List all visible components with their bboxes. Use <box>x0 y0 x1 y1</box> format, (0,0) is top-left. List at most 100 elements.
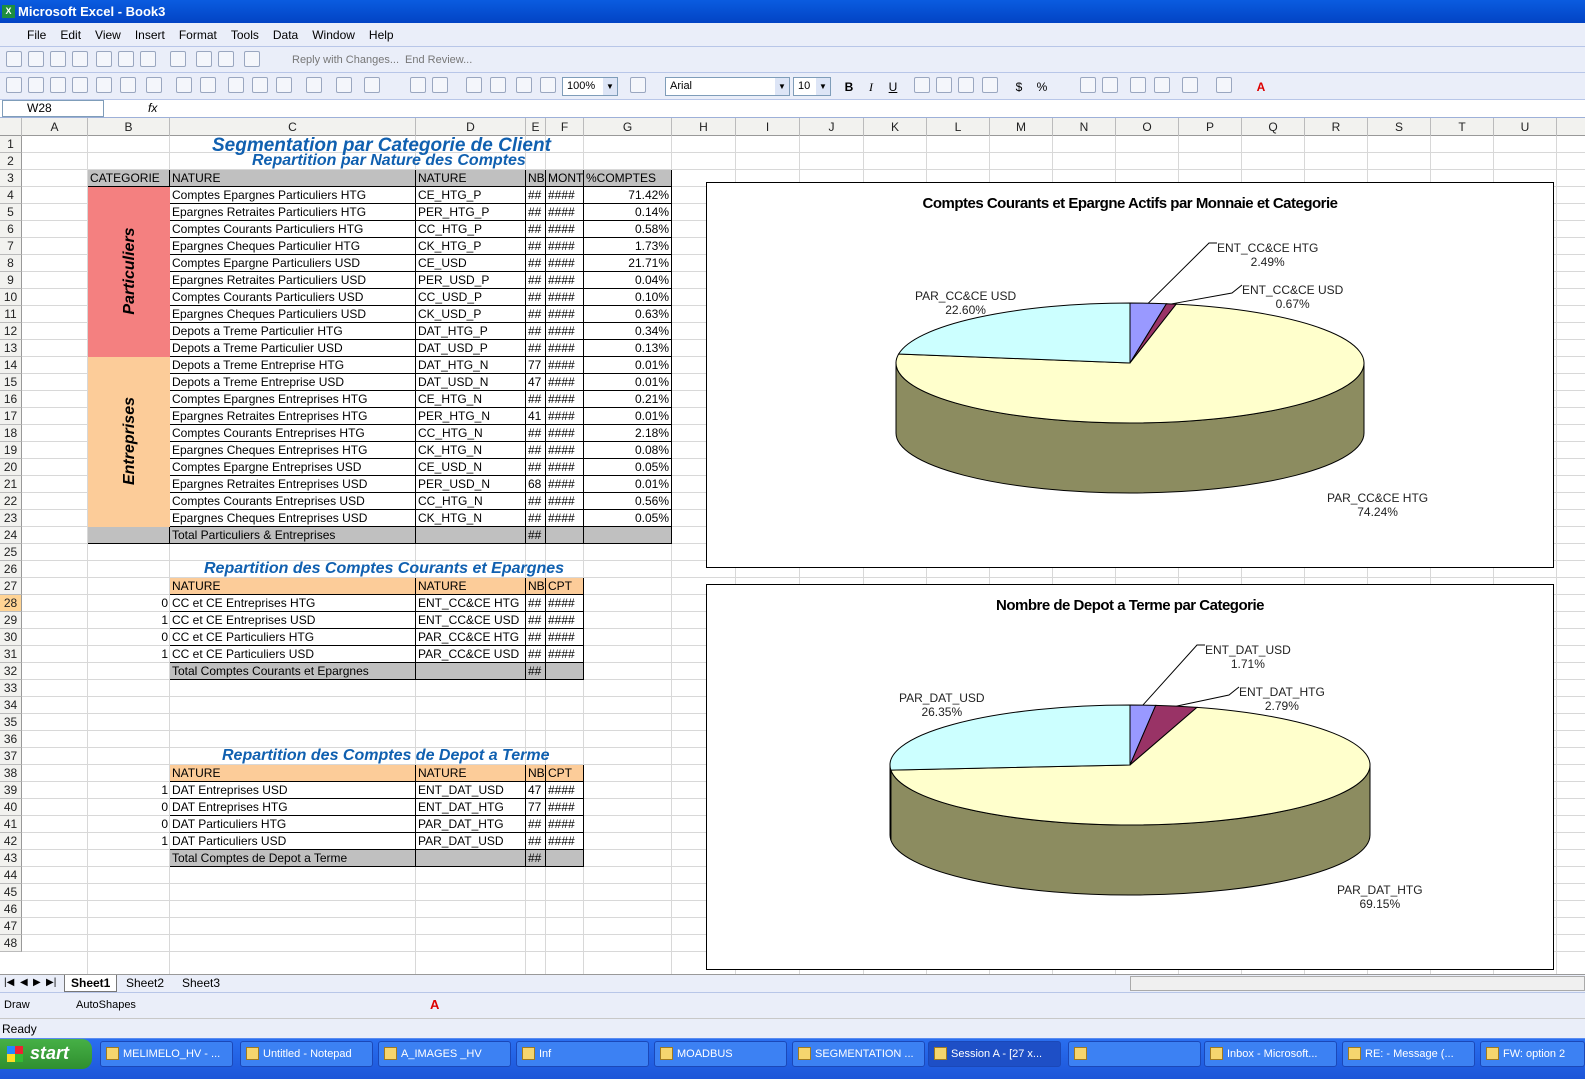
last-sheet-icon[interactable]: ▶| <box>46 977 56 988</box>
row-header-8[interactable]: 8 <box>0 255 22 272</box>
toolbar-icon[interactable] <box>96 51 112 67</box>
total-cell[interactable] <box>416 850 526 867</box>
toolbar-icon[interactable] <box>72 51 88 67</box>
table-header[interactable]: NB <box>526 170 546 187</box>
table-cell-nature[interactable]: Depots a Treme Entreprise HTG <box>170 357 416 374</box>
table-cell-code[interactable]: CK_HTG_N <box>416 510 526 527</box>
table-header[interactable]: NB <box>526 765 546 782</box>
table-cell-cpt[interactable]: #### <box>546 629 584 646</box>
row-header-21[interactable]: 21 <box>0 476 22 493</box>
menu-file[interactable]: File <box>20 23 53 47</box>
menu-window[interactable]: Window <box>305 23 362 47</box>
toolbar-icon[interactable] <box>120 77 136 93</box>
taskbar-item[interactable]: A_IMAGES _HV <box>378 1041 511 1067</box>
table-cell-nb[interactable]: ## <box>526 272 546 289</box>
table-cell-code[interactable]: ENT_DAT_HTG <box>416 799 526 816</box>
row-header-1[interactable]: 1 <box>0 136 22 153</box>
table-cell-pct[interactable]: 0.05% <box>584 459 672 476</box>
row-header-41[interactable]: 41 <box>0 816 22 833</box>
sheet-tab-1[interactable]: Sheet1 <box>64 975 118 992</box>
table-cell-code[interactable]: CK_HTG_N <box>416 442 526 459</box>
table-cell-index[interactable]: 1 <box>88 646 170 663</box>
table-cell-nb[interactable]: 47 <box>526 782 546 799</box>
column-header-c[interactable]: C <box>170 118 416 136</box>
table-cell-code[interactable]: CC_HTG_N <box>416 425 526 442</box>
column-header-f[interactable]: F <box>546 118 584 136</box>
table-header[interactable]: NATURE <box>416 765 526 782</box>
bold-button[interactable]: B <box>840 78 858 96</box>
row-header-7[interactable]: 7 <box>0 238 22 255</box>
row-header-22[interactable]: 22 <box>0 493 22 510</box>
table-cell-nature[interactable]: Comptes Epargne Entreprises USD <box>170 459 416 476</box>
column-header-d[interactable]: D <box>416 118 526 136</box>
taskbar-item[interactable]: RE: - Message (... <box>1342 1041 1475 1067</box>
table-cell-mont[interactable]: #### <box>546 204 584 221</box>
table-cell-nb[interactable]: ## <box>526 221 546 238</box>
table-cell-code[interactable]: CK_HTG_P <box>416 238 526 255</box>
row-header-11[interactable]: 11 <box>0 306 22 323</box>
toolbar-icon[interactable] <box>1102 77 1118 93</box>
toolbar-icon[interactable] <box>1182 77 1198 93</box>
table-cell-index[interactable]: 0 <box>88 799 170 816</box>
table-cell-code[interactable]: PAR_CC&CE HTG <box>416 629 526 646</box>
taskbar-item[interactable]: Session A - [27 x... <box>928 1041 1061 1067</box>
font-color-icon[interactable]: A <box>430 997 439 1012</box>
toolbar-icon[interactable] <box>6 77 22 93</box>
column-header-t[interactable]: T <box>1431 118 1494 136</box>
row-header-30[interactable]: 30 <box>0 629 22 646</box>
table-cell-pct[interactable]: 0.34% <box>584 323 672 340</box>
row-header-45[interactable]: 45 <box>0 884 22 901</box>
table-cell-code[interactable]: ENT_CC&CE USD <box>416 612 526 629</box>
column-header-h[interactable]: H <box>672 118 736 136</box>
table-header[interactable]: NATURE <box>170 578 416 595</box>
table-cell-mont[interactable]: #### <box>546 357 584 374</box>
toolbar-icon[interactable] <box>432 77 448 93</box>
row-header-28[interactable]: 28 <box>0 595 22 612</box>
row-header-42[interactable]: 42 <box>0 833 22 850</box>
row-header-32[interactable]: 32 <box>0 663 22 680</box>
row-header-17[interactable]: 17 <box>0 408 22 425</box>
row-header-13[interactable]: 13 <box>0 340 22 357</box>
table-header[interactable]: NATURE <box>170 765 416 782</box>
table-cell-code[interactable]: PAR_CC&CE USD <box>416 646 526 663</box>
table-cell-pct[interactable]: 0.58% <box>584 221 672 238</box>
table-cell-pct[interactable]: 0.05% <box>584 510 672 527</box>
row-header-24[interactable]: 24 <box>0 527 22 544</box>
toolbar-icon[interactable] <box>28 77 44 93</box>
row-header-35[interactable]: 35 <box>0 714 22 731</box>
table-header[interactable]: %COMPTES <box>584 170 672 187</box>
table-cell-nb[interactable]: ## <box>526 238 546 255</box>
table-cell-pct[interactable]: 0.10% <box>584 289 672 306</box>
table-cell-nb[interactable]: ## <box>526 595 546 612</box>
table-cell-code[interactable]: CE_USD_N <box>416 459 526 476</box>
table-cell-code[interactable]: ENT_CC&CE HTG <box>416 595 526 612</box>
reply-with-changes-button[interactable]: Reply with Changes... <box>292 54 399 66</box>
table-cell-pct[interactable]: 0.01% <box>584 476 672 493</box>
table-cell-nature[interactable]: Epargnes Cheques Particulier HTG <box>170 238 416 255</box>
table-cell-nb[interactable]: ## <box>526 646 546 663</box>
taskbar-item[interactable]: Inf <box>516 1041 649 1067</box>
toolbar-icon[interactable] <box>140 51 156 67</box>
toolbar-icon[interactable] <box>72 77 88 93</box>
table-cell-code[interactable]: DAT_HTG_N <box>416 357 526 374</box>
table-cell-nature[interactable]: Comptes Epargnes Particuliers HTG <box>170 187 416 204</box>
row-header-37[interactable]: 37 <box>0 748 22 765</box>
taskbar-item[interactable]: MELIMELO_HV - ... <box>100 1041 233 1067</box>
table-cell-nature[interactable]: Epargnes Cheques Entreprises HTG <box>170 442 416 459</box>
table-cell-code[interactable]: DAT_USD_P <box>416 340 526 357</box>
row-header-43[interactable]: 43 <box>0 850 22 867</box>
table-cell-nb[interactable]: ## <box>526 425 546 442</box>
column-header-o[interactable]: O <box>1116 118 1179 136</box>
taskbar-item[interactable]: SEGMENTATION ... <box>792 1041 925 1067</box>
row-header-31[interactable]: 31 <box>0 646 22 663</box>
toolbar-icon[interactable] <box>466 77 482 93</box>
table-cell-nature[interactable]: Epargnes Cheques Particuliers USD <box>170 306 416 323</box>
row-header-2[interactable]: 2 <box>0 153 22 170</box>
table-cell-code[interactable]: PER_USD_N <box>416 476 526 493</box>
table-header[interactable]: CPT <box>546 765 584 782</box>
taskbar-item[interactable] <box>1068 1041 1201 1067</box>
table-cell-nature[interactable]: Comptes Courants Particuliers USD <box>170 289 416 306</box>
table-cell-nature[interactable]: DAT Entreprises USD <box>170 782 416 799</box>
table-cell-code[interactable]: CE_HTG_N <box>416 391 526 408</box>
table-cell-pct[interactable]: 0.13% <box>584 340 672 357</box>
